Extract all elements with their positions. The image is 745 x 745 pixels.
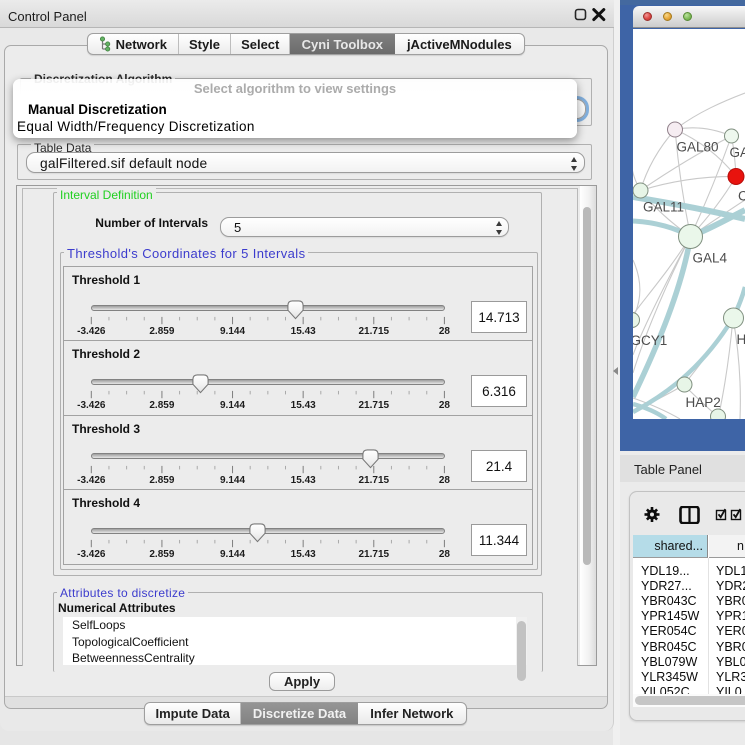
- svg-text:GAL4: GAL4: [693, 251, 728, 266]
- svg-text:GAL: GAL: [730, 145, 745, 160]
- svg-text:CR: CR: [738, 189, 745, 204]
- svg-text:GCY1: GCY1: [633, 333, 667, 348]
- svg-text:HA: HA: [737, 332, 745, 347]
- svg-text:GAL80: GAL80: [677, 140, 719, 155]
- svg-text:HAP2: HAP2: [686, 395, 721, 410]
- svg-text:GAL11: GAL11: [643, 200, 684, 215]
